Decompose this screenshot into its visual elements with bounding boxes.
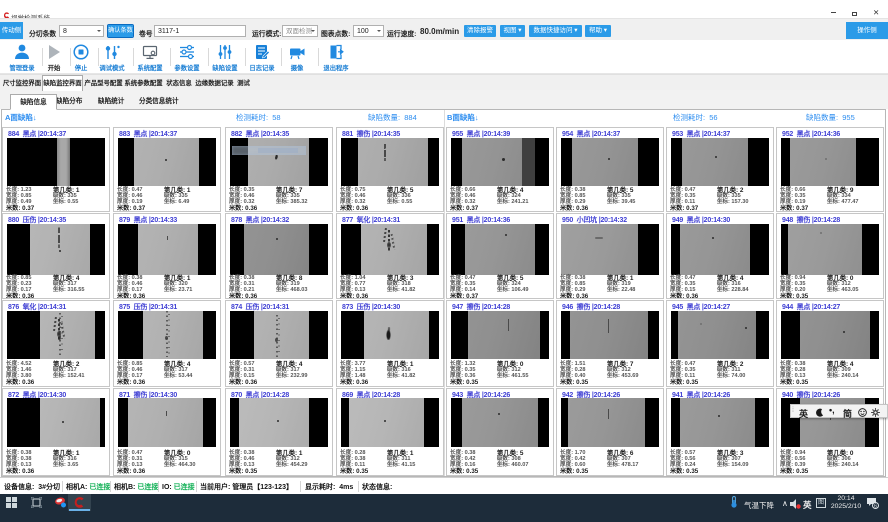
svg-text:6: 6 (874, 504, 877, 509)
